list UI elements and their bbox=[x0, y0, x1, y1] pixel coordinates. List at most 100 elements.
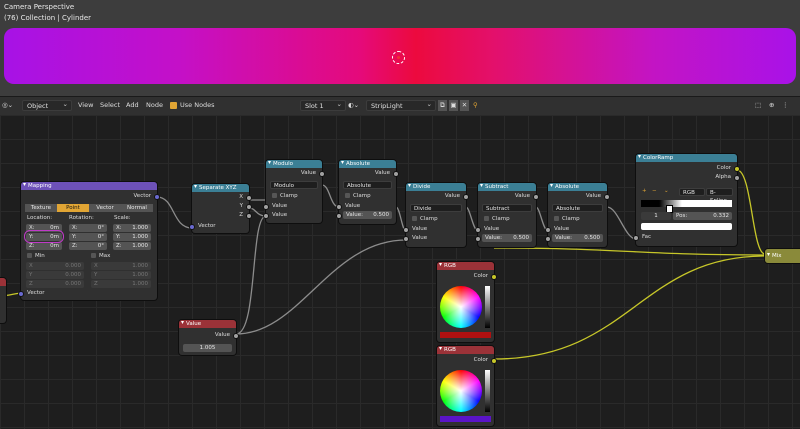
min-z-field[interactable]: Z 0.000 bbox=[26, 280, 84, 288]
rgb-node-1[interactable]: RGB Color bbox=[437, 262, 497, 342]
stop-position-field[interactable]: Pos: 0.332 bbox=[673, 212, 732, 220]
pin-icon[interactable]: ⚲ bbox=[473, 100, 478, 111]
3d-viewport[interactable]: Camera Perspective (76) Collection | Cyl… bbox=[0, 0, 800, 96]
rotation-z-field[interactable]: Z: 0° bbox=[69, 242, 107, 250]
divide-in1-socket[interactable] bbox=[403, 227, 409, 233]
max-z-field[interactable]: Z 1.000 bbox=[91, 280, 151, 288]
snap-icon[interactable]: ⊕ bbox=[769, 100, 774, 111]
rotation-x-field[interactable]: X: 0° bbox=[69, 224, 107, 232]
modulo-operation-dropdown[interactable]: Modulo bbox=[270, 181, 318, 189]
absolute-node-1[interactable]: Absolute Value Absolute Clamp Value Valu… bbox=[336, 160, 399, 224]
mapping-tab-point[interactable]: Point bbox=[57, 204, 89, 212]
value-field[interactable]: 1.005 bbox=[183, 344, 232, 352]
subtract-clamp-toggle[interactable]: Clamp bbox=[484, 216, 510, 222]
scale-z-field[interactable]: Z: 1.000 bbox=[113, 242, 151, 250]
menu-select[interactable]: Select bbox=[100, 100, 120, 111]
node-editor-canvas[interactable]: Mapping Vector Texture Point Vector Norm… bbox=[0, 115, 800, 429]
material-browse-icon[interactable]: ◐⌄ bbox=[348, 100, 359, 111]
separate-in-socket[interactable] bbox=[189, 224, 195, 230]
absolute-node-2[interactable]: Absolute Value Absolute Clamp Value Valu… bbox=[545, 183, 610, 247]
rgb-1-out-socket[interactable] bbox=[491, 274, 497, 280]
divide-out-socket[interactable] bbox=[463, 194, 469, 200]
separate-x-socket[interactable] bbox=[246, 195, 252, 201]
divide-operation-dropdown[interactable]: Divide bbox=[410, 204, 462, 212]
subtract-out-socket[interactable] bbox=[533, 194, 539, 200]
stop-index-field[interactable]: 1 bbox=[641, 212, 671, 220]
color-wheel[interactable] bbox=[440, 286, 482, 328]
rgb-1-swatch[interactable] bbox=[440, 332, 491, 338]
overlay-icon[interactable]: ⬚ bbox=[755, 100, 761, 111]
absolute-2-out-socket[interactable] bbox=[604, 194, 610, 200]
value-node[interactable]: Value Value 1.005 bbox=[179, 320, 239, 355]
separate-z-socket[interactable] bbox=[246, 213, 252, 219]
separate-y-socket[interactable] bbox=[246, 204, 252, 210]
absolute-2-value-field[interactable]: Value: 0.500 bbox=[552, 234, 603, 242]
mapping-node[interactable]: Mapping Vector Texture Point Vector Norm… bbox=[18, 182, 160, 300]
mapping-tab-texture[interactable]: Texture bbox=[25, 204, 57, 212]
absolute-2-in2-socket[interactable] bbox=[545, 236, 551, 242]
color-wheel[interactable] bbox=[440, 370, 482, 412]
max-toggle[interactable]: Max bbox=[91, 253, 110, 259]
rgb-2-out-socket[interactable] bbox=[491, 358, 497, 364]
subtract-value-field[interactable]: Value: 0.500 bbox=[482, 234, 532, 242]
material-name-field[interactable]: StripLight bbox=[366, 99, 436, 111]
slot-dropdown[interactable]: Slot 1 bbox=[300, 99, 346, 111]
absolute-1-out-socket[interactable] bbox=[393, 171, 399, 177]
divide-clamp-toggle[interactable]: Clamp bbox=[412, 216, 438, 222]
colorramp-interpolation-dropdown[interactable]: B-Spline bbox=[706, 188, 733, 204]
rgb-2-swatch[interactable] bbox=[440, 416, 491, 422]
remove-stop-icon[interactable]: − bbox=[652, 188, 657, 194]
subtract-in2-socket[interactable] bbox=[475, 236, 481, 242]
absolute-1-operation-dropdown[interactable]: Absolute bbox=[343, 181, 392, 189]
subtract-in1-socket[interactable] bbox=[475, 227, 481, 233]
colorramp-fac-socket[interactable] bbox=[633, 235, 639, 241]
absolute-1-value-field[interactable]: Value: 0.500 bbox=[343, 211, 392, 219]
value-slider[interactable] bbox=[485, 286, 490, 328]
subtract-operation-dropdown[interactable]: Subtract bbox=[482, 204, 532, 212]
modulo-clamp-toggle[interactable]: Clamp bbox=[272, 193, 298, 199]
rgb-node-2[interactable]: RGB Color bbox=[437, 346, 497, 426]
editor-type-icon[interactable]: ◎⌄ bbox=[2, 100, 13, 111]
min-toggle[interactable]: Min bbox=[27, 253, 45, 259]
value-out-socket[interactable] bbox=[233, 333, 239, 339]
menu-view[interactable]: View bbox=[78, 100, 93, 111]
absolute-2-clamp-toggle[interactable]: Clamp bbox=[554, 216, 580, 222]
rotation-y-field[interactable]: Y: 0° bbox=[69, 233, 107, 241]
colorramp-node[interactable]: ColorRamp Color Alpha + − ⌄ RGB B-Spline… bbox=[633, 154, 740, 246]
mapping-in-socket[interactable] bbox=[18, 291, 24, 297]
subtract-node[interactable]: Subtract Value Subtract Clamp Value Valu… bbox=[475, 183, 539, 247]
absolute-2-operation-dropdown[interactable]: Absolute bbox=[552, 204, 603, 212]
duplicate-material-icon[interactable]: ⧉ bbox=[438, 100, 447, 111]
object-mode-dropdown[interactable]: Object bbox=[22, 99, 72, 111]
menu-add[interactable]: Add bbox=[126, 100, 139, 111]
mapping-tab-normal[interactable]: Normal bbox=[121, 204, 153, 212]
colorramp-alpha-socket[interactable] bbox=[734, 175, 740, 181]
copy-icon[interactable]: ▣ bbox=[449, 100, 458, 111]
modulo-node[interactable]: Modulo Value Modulo Clamp Value Value bbox=[263, 160, 325, 223]
modulo-out-socket[interactable] bbox=[319, 171, 325, 177]
max-y-field[interactable]: Y 1.000 bbox=[91, 271, 151, 279]
stop-color-swatch[interactable] bbox=[641, 223, 732, 230]
separate-xyz-node[interactable]: Separate XYZ X Y Z Vector bbox=[189, 184, 252, 233]
location-z-field[interactable]: Z: 0m bbox=[26, 242, 62, 250]
mix-node[interactable]: Mix bbox=[765, 249, 800, 263]
use-nodes-toggle[interactable]: Use Nodes bbox=[170, 100, 215, 111]
add-stop-icon[interactable]: + bbox=[642, 188, 647, 194]
settings-icon[interactable]: ⋮ bbox=[782, 100, 789, 111]
modulo-in2-socket[interactable] bbox=[263, 213, 269, 219]
menu-node[interactable]: Node bbox=[146, 100, 163, 111]
mapping-tab-vector[interactable]: Vector bbox=[89, 204, 121, 212]
offscreen-node[interactable] bbox=[0, 278, 6, 323]
min-y-field[interactable]: Y 0.000 bbox=[26, 271, 84, 279]
unlink-material-icon[interactable]: ✕ bbox=[460, 100, 469, 111]
color-ramp-gradient[interactable] bbox=[641, 200, 732, 207]
modulo-in1-socket[interactable] bbox=[263, 204, 269, 210]
value-slider[interactable] bbox=[485, 370, 490, 412]
max-x-field[interactable]: X 1.000 bbox=[91, 262, 151, 270]
absolute-1-clamp-toggle[interactable]: Clamp bbox=[345, 193, 371, 199]
divide-node[interactable]: Divide Value Divide Clamp Value Value bbox=[403, 183, 469, 247]
divide-in2-socket[interactable] bbox=[403, 236, 409, 242]
scale-x-field[interactable]: X: 1.000 bbox=[113, 224, 151, 232]
ramp-menu-icon[interactable]: ⌄ bbox=[664, 188, 669, 194]
colorramp-color-socket[interactable] bbox=[734, 166, 740, 172]
